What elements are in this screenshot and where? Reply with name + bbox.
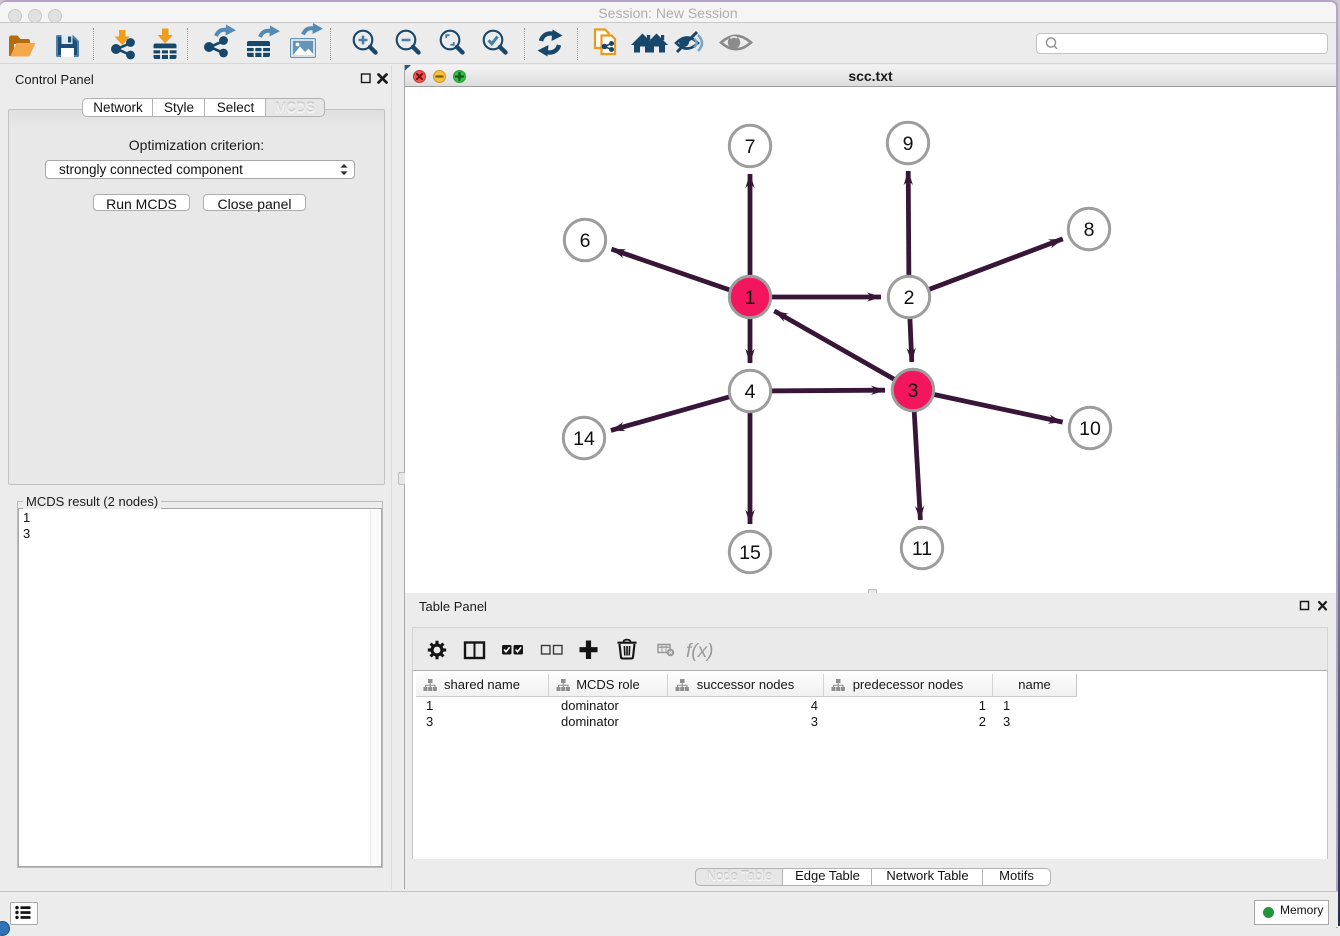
- svg-text:8: 8: [1084, 219, 1095, 241]
- svg-text:15: 15: [739, 542, 761, 564]
- svg-text:1: 1: [745, 287, 756, 309]
- svg-text:10: 10: [1079, 418, 1101, 440]
- svg-text:9: 9: [903, 133, 914, 155]
- svg-text:14: 14: [573, 428, 595, 450]
- svg-text:2: 2: [904, 287, 915, 309]
- svg-text:4: 4: [745, 381, 756, 403]
- svg-text:6: 6: [580, 230, 591, 252]
- svg-text:7: 7: [745, 136, 756, 158]
- svg-text:11: 11: [912, 538, 932, 560]
- svg-text:f(x): f(x): [686, 641, 713, 662]
- svg-text:3: 3: [908, 380, 919, 402]
